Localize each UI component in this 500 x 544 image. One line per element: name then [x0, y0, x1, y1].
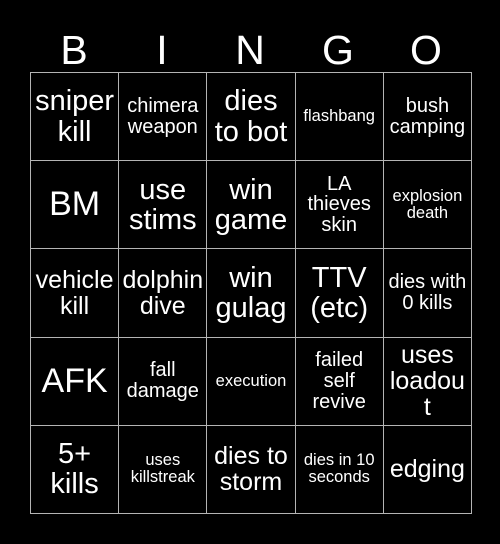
bingo-cell-label: BM	[49, 185, 101, 224]
header-letter-b: B	[60, 27, 88, 73]
bingo-cell-label: failed self revive	[312, 349, 366, 413]
bingo-cell-label: uses loadout	[389, 341, 465, 422]
header-letter-i: I	[156, 27, 168, 73]
bingo-cell[interactable]: uses loadout	[383, 337, 471, 425]
bingo-cell[interactable]: win game	[207, 161, 295, 249]
bingo-cell[interactable]: LA thieves skin	[295, 161, 383, 249]
bingo-cell[interactable]: TTV (etc)	[295, 249, 383, 337]
bingo-cell[interactable]: dies to storm	[207, 425, 295, 513]
bingo-cell-label: win gulag	[215, 261, 287, 324]
bingo-cell[interactable]: dolphin dive	[119, 249, 207, 337]
bingo-cell-label: sniper kill	[35, 85, 115, 148]
bingo-cell[interactable]: fall damage	[119, 337, 207, 425]
bingo-cell[interactable]: sniper kill	[31, 73, 119, 161]
bingo-cell[interactable]: edging	[383, 425, 471, 513]
bingo-cell-label: edging	[389, 455, 465, 484]
bingo-cell-label: explosion death	[392, 186, 463, 222]
bingo-cell-label: vehicle kill	[35, 265, 114, 320]
bingo-cell-label: 5+ kills	[50, 438, 99, 501]
bingo-cell-label: win game	[214, 173, 288, 236]
bingo-cell-label: TTV (etc)	[310, 261, 369, 324]
bingo-cell[interactable]: win gulag	[207, 249, 295, 337]
bingo-cell[interactable]: dies with 0 kills	[383, 249, 471, 337]
bingo-cell[interactable]: chimera weapon	[119, 73, 207, 161]
bingo-cell-label: fall damage	[126, 359, 199, 403]
bingo-cell[interactable]: BM	[31, 161, 119, 249]
bingo-cell[interactable]: dies to bot	[207, 73, 295, 161]
bingo-cell-label: dies to bot	[214, 85, 288, 148]
bingo-grid: sniper kill chimera weapon dies to bot flas…	[30, 72, 472, 514]
bingo-cell[interactable]: flashbang	[295, 73, 383, 161]
bingo-cell[interactable]: dies in 10 seconds	[295, 425, 383, 513]
bingo-cell[interactable]: uses killstreak	[119, 425, 207, 513]
bingo-cell[interactable]: explosion death	[383, 161, 471, 249]
bingo-header: B I N G O	[30, 14, 470, 72]
bingo-card: B I N G O sniper kill chimera weapon dies …	[0, 0, 500, 544]
header-letter-g: G	[322, 27, 354, 73]
bingo-cell-label: execution	[215, 371, 287, 390]
bingo-cell-label: flashbang	[303, 107, 375, 126]
bingo-cell-label: use stims	[128, 173, 197, 236]
bingo-cell-label: chimera weapon	[127, 94, 199, 138]
bingo-cell-label: LA thieves skin	[307, 172, 371, 237]
bingo-cell[interactable]: bush camping	[383, 73, 471, 161]
bingo-cell-label: uses killstreak	[130, 451, 195, 487]
bingo-cell[interactable]: 5+ kills	[31, 425, 119, 513]
bingo-cell[interactable]: use stims	[119, 161, 207, 249]
bingo-cell-label: dolphin dive	[122, 265, 204, 320]
bingo-cell[interactable]: failed self revive	[295, 337, 383, 425]
bingo-cell-label: dies to storm	[214, 442, 288, 497]
bingo-cell-label: dies with 0 kills	[388, 271, 467, 314]
bingo-cell[interactable]: vehicle kill	[31, 249, 119, 337]
bingo-cell[interactable]: execution	[207, 337, 295, 425]
bingo-cell-label: bush camping	[389, 94, 466, 138]
bingo-cell-label: AFK	[41, 361, 108, 400]
bingo-cell[interactable]: AFK	[31, 337, 119, 425]
header-letter-o: O	[410, 27, 442, 73]
bingo-cell-label: dies in 10 seconds	[303, 451, 375, 487]
header-letter-n: N	[235, 27, 265, 73]
